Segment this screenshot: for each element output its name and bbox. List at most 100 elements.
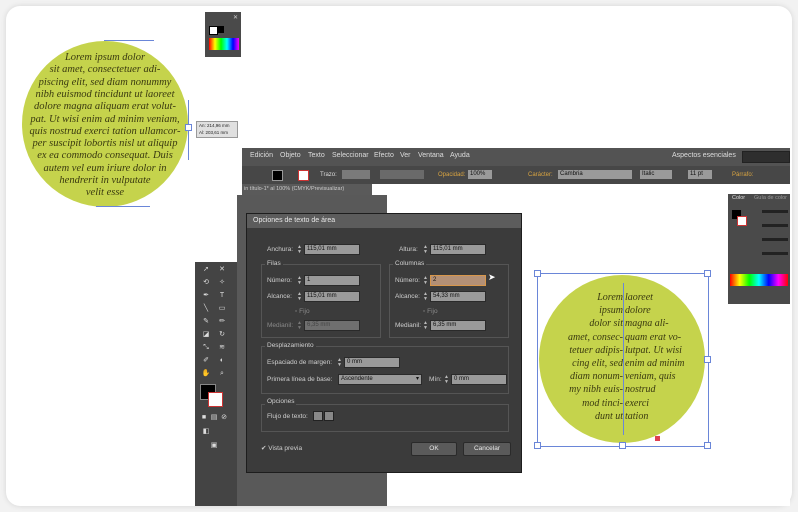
slider-c[interactable] [762, 210, 788, 213]
width-icon[interactable]: ≋ [217, 344, 227, 352]
filas-alcance-field[interactable]: 115,01 mm [304, 291, 360, 302]
menu-objeto[interactable]: Objeto [280, 152, 301, 159]
panel-stroke-swatch[interactable] [737, 216, 747, 226]
filas-fijo-checkbox[interactable]: ▫ Fijo [295, 308, 310, 315]
line-icon[interactable]: ╲ [201, 305, 211, 313]
profile-field[interactable] [380, 170, 424, 179]
style-field[interactable]: Italic [640, 170, 672, 179]
magic-wand-icon[interactable]: ✧ [217, 279, 227, 287]
primera-linea-select[interactable]: Ascendente ▾ [338, 374, 422, 385]
area-type-options-dialog: Opciones de texto de área Anchura: ▲ ▼ 11… [246, 213, 522, 473]
menu-texto[interactable]: Texto [308, 152, 325, 159]
altura-label: Altura: [399, 246, 418, 253]
color-mode-icon[interactable]: ■ [199, 414, 209, 422]
direct-select-icon[interactable]: ✕ [217, 266, 227, 274]
columnas-fijo-checkbox[interactable]: ▫ Fijo [423, 308, 438, 315]
menu-bar: Edición Objeto Texto Seleccionar Efecto … [242, 148, 790, 166]
stroke-swatch[interactable] [217, 26, 224, 33]
gradient-mode-icon[interactable]: ▤ [209, 414, 219, 422]
stroke-swatch-large[interactable] [208, 392, 223, 407]
close-icon[interactable]: ✕ [233, 14, 238, 21]
menu-ayuda[interactable]: Ayuda [450, 152, 470, 159]
altura-field[interactable]: 115,01 mm [430, 244, 486, 255]
size-tooltip: An: 214,96 mm Al: 203,61 mm [196, 121, 238, 138]
pencil-icon[interactable]: ✏ [217, 318, 227, 326]
slider-m[interactable] [762, 224, 788, 227]
document-tab[interactable]: in título-1* al 100% (CMYK/Previsualizar… [242, 184, 372, 195]
lasso-icon[interactable]: ⟲ [201, 279, 211, 287]
none-mode-icon[interactable]: ⊘ [219, 414, 229, 422]
columnas-alcance-spinner[interactable]: ▲ ▼ [423, 292, 428, 302]
floating-color-panel[interactable]: ✕ [205, 12, 241, 57]
right-handle-bl[interactable] [534, 442, 541, 449]
left-text-circle[interactable]: Lorem ipsum dolor sit amet, consectetuer … [22, 41, 188, 207]
flow-rows-icon[interactable] [313, 411, 323, 421]
zoom-icon[interactable]: ⌕ [217, 370, 227, 378]
primera-linea-label: Primera línea de base: [267, 376, 333, 383]
spectrum-bar[interactable] [209, 38, 239, 50]
columnas-alcance-field[interactable]: 54,33 mm [430, 291, 486, 302]
stroke-color-box[interactable] [298, 170, 309, 181]
brush-icon[interactable]: ✎ [201, 318, 211, 326]
filas-numero-spinner[interactable]: ▲ ▼ [297, 276, 302, 286]
anchura-field[interactable]: 115,01 mm [304, 244, 360, 255]
tab-color[interactable]: Color [732, 195, 745, 201]
columnas-numero-spinner[interactable]: ▲ ▼ [423, 276, 428, 286]
selection-tool-icon[interactable]: ➚ [201, 266, 211, 274]
menu-efecto[interactable]: Efecto [374, 152, 394, 159]
espaciado-spinner[interactable]: ▲ ▼ [337, 358, 342, 368]
hand-icon[interactable]: ✋ [201, 370, 211, 378]
opacidad-field[interactable]: 100% [468, 170, 492, 179]
menu-edicion[interactable]: Edición [250, 152, 273, 159]
ok-button[interactable]: OK [411, 442, 457, 456]
menu-seleccionar[interactable]: Seleccionar [332, 152, 369, 159]
right-handle-br[interactable] [704, 442, 711, 449]
filas-alcance-spinner[interactable]: ▲ ▼ [297, 292, 302, 302]
scale-icon[interactable]: ⤡ [201, 344, 211, 352]
type-icon[interactable]: T [217, 292, 227, 300]
screen-mode-icon[interactable]: ▣ [209, 442, 219, 450]
right-handle-b[interactable] [619, 442, 626, 449]
trazo-field[interactable] [342, 170, 370, 179]
altura-spinner[interactable]: ▲ ▼ [423, 245, 428, 255]
filas-medianil-spinner[interactable]: ▲ ▼ [297, 321, 302, 331]
vista-previa-checkbox[interactable]: ✔ Vista previa [261, 444, 302, 452]
espaciado-field[interactable]: 0 mm [344, 357, 400, 368]
slider-y[interactable] [762, 238, 788, 241]
flow-columns-icon[interactable] [324, 411, 334, 421]
min-spinner[interactable]: ▲ ▼ [444, 375, 449, 385]
rotate-icon[interactable]: ↻ [217, 331, 227, 339]
left-handle-right[interactable] [185, 124, 192, 131]
min-field[interactable]: 0 mm [451, 374, 507, 385]
columnas-numero-field[interactable]: 2 [430, 275, 486, 286]
menu-ventana[interactable]: Ventana [418, 152, 444, 159]
right-handle-tl[interactable] [534, 270, 541, 277]
columnas-medianil-spinner[interactable]: ▲ ▼ [423, 321, 428, 331]
tab-color-guide[interactable]: Guía de color [754, 195, 787, 201]
blend-icon[interactable]: ◐ [217, 357, 227, 365]
anchura-spinner[interactable]: ▲ ▼ [297, 245, 302, 255]
eraser-icon[interactable]: ◪ [201, 331, 211, 339]
right-handle-tr[interactable] [704, 270, 711, 277]
columnas-fijo-label: Fijo [427, 308, 438, 315]
search-box[interactable] [742, 151, 790, 163]
rect-icon[interactable]: ▭ [217, 305, 227, 313]
workspace-switcher[interactable]: Aspectos esenciales [672, 152, 736, 159]
filas-numero-field[interactable]: 1 [304, 275, 360, 286]
panel-spectrum[interactable] [730, 274, 788, 286]
fill-color-box[interactable] [272, 170, 283, 181]
menu-ver[interactable]: Ver [400, 152, 411, 159]
right-handle-r[interactable] [704, 356, 711, 363]
filas-medianil-field[interactable]: 6,35 mm [304, 320, 360, 331]
size-field[interactable]: 11 pt [688, 170, 712, 179]
eyedropper-icon[interactable]: ✐ [201, 357, 211, 365]
filas-fijo-label: Fijo [299, 308, 310, 315]
overflow-indicator-icon[interactable] [655, 436, 660, 441]
slider-k[interactable] [762, 252, 788, 255]
draw-mode-icon[interactable]: ◧ [201, 428, 211, 436]
cancel-button[interactable]: Cancelar [463, 442, 511, 456]
columnas-medianil-field[interactable]: 6,35 mm [430, 320, 486, 331]
color-panel: Color Guía de color [728, 194, 790, 304]
pen-icon[interactable]: ✒ [201, 292, 211, 300]
font-field[interactable]: Cambria [558, 170, 632, 179]
